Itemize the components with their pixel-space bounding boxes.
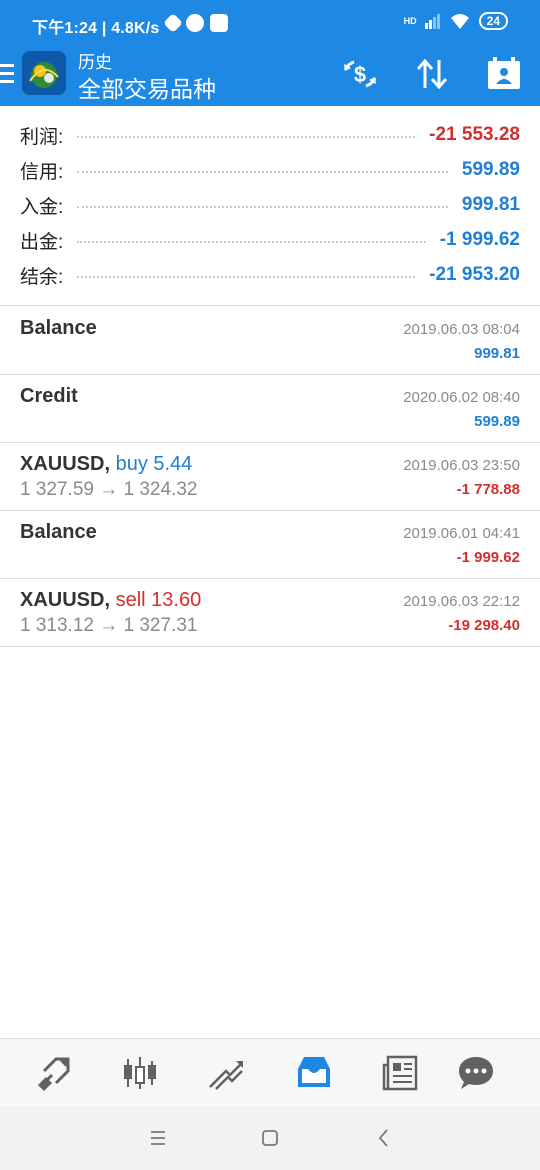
app-logo	[22, 51, 66, 95]
summary-label: 出金:	[20, 231, 64, 253]
dotted-leader	[77, 171, 448, 173]
deal-time: 2019.06.01 04:41	[403, 525, 520, 542]
summary-row-profit: 利润: -21 553.28	[20, 118, 520, 152]
deal-row-trade[interactable]: XAUUSD, sell 13.60 1 313.12 → 1 327.31 2…	[0, 579, 540, 647]
summary-row-deposit: 入金: 999.81	[20, 188, 520, 222]
summary-row-credit: 信用: 599.89	[20, 153, 520, 187]
dotted-leader	[77, 276, 416, 278]
summary-panel: 利润: -21 553.28 信用: 599.89 入金: 999.81 出金:…	[0, 106, 540, 306]
dotted-leader	[77, 136, 416, 138]
deal-operation: sell 13.60	[115, 589, 202, 611]
app-bar: 历史 全部交易品种 $	[0, 48, 540, 106]
deal-title: XAUUSD, buy 5.44	[20, 453, 192, 476]
dotted-leader	[77, 206, 448, 208]
deal-symbol: XAUUSD,	[20, 453, 111, 475]
sort-icon[interactable]	[412, 54, 452, 94]
signal-icon	[424, 14, 440, 29]
summary-value: -21 553.28	[429, 124, 520, 145]
deal-time: 2020.06.02 08:40	[403, 389, 520, 406]
chat-icon[interactable]	[456, 1053, 496, 1093]
quotes-icon[interactable]	[34, 1053, 74, 1093]
deal-symbol: XAUUSD,	[20, 589, 111, 611]
deal-row-credit[interactable]: Credit 2020.06.02 08:40 599.89	[0, 375, 540, 443]
report-icon[interactable]	[484, 54, 524, 94]
summary-value: 999.81	[461, 194, 520, 215]
bottom-nav	[0, 1038, 540, 1106]
deal-title: Balance	[20, 521, 97, 543]
svg-text:$: $	[354, 62, 366, 87]
deal-amount: 999.81	[474, 345, 520, 362]
dotted-leader	[77, 241, 426, 243]
deal-amount: -19 298.40	[448, 617, 520, 634]
summary-value: -21 953.20	[429, 264, 520, 285]
status-bar: 下午1:24 | 4.8K/s HD 24	[0, 0, 540, 48]
chart-icon[interactable]	[120, 1053, 160, 1093]
notification-icon	[163, 13, 183, 33]
summary-label: 利润:	[20, 126, 64, 148]
deal-amount: -1 778.88	[456, 481, 520, 498]
summary-label: 结余:	[20, 266, 64, 288]
deal-time: 2019.06.03 22:12	[403, 593, 520, 610]
back-icon[interactable]	[372, 1126, 396, 1150]
currency-exchange-icon[interactable]: $	[340, 54, 380, 94]
summary-value: -1 999.62	[439, 229, 520, 250]
deal-title: Credit	[20, 385, 78, 407]
trade-icon[interactable]	[206, 1053, 246, 1093]
deal-operation: buy 5.44	[115, 453, 193, 475]
system-nav	[0, 1106, 540, 1170]
deal-row-balance[interactable]: Balance 2019.06.01 04:41 -1 999.62	[0, 511, 540, 579]
home-icon[interactable]	[258, 1126, 282, 1150]
deal-title: Balance	[20, 317, 97, 339]
status-notification-icons	[163, 13, 228, 33]
deal-title: XAUUSD, sell 13.60	[20, 589, 201, 612]
menu-icon[interactable]	[0, 64, 14, 84]
summary-label: 入金:	[20, 196, 64, 218]
notification-icon	[186, 14, 204, 32]
recents-icon[interactable]	[146, 1126, 170, 1150]
deal-row-trade[interactable]: XAUUSD, buy 5.44 1 327.59 → 1 324.32 201…	[0, 443, 540, 511]
deal-amount: 599.89	[474, 413, 520, 430]
notification-icon	[210, 14, 228, 32]
deal-row-balance[interactable]: Balance 2019.06.03 08:04 999.81	[0, 307, 540, 375]
deal-amount: -1 999.62	[456, 549, 520, 566]
battery-indicator: 24	[478, 12, 508, 30]
deal-time: 2019.06.03 08:04	[403, 321, 520, 338]
deal-time: 2019.06.03 23:50	[403, 457, 520, 474]
news-icon[interactable]	[380, 1053, 420, 1093]
status-right: HD 24	[404, 12, 508, 30]
deal-prices: 1 313.12 → 1 327.31	[20, 615, 198, 636]
wifi-icon	[450, 14, 469, 29]
hd-indicator: HD	[403, 15, 417, 26]
deal-prices: 1 327.59 → 1 324.32	[20, 479, 198, 500]
history-icon[interactable]	[294, 1053, 334, 1093]
summary-value: 599.89	[461, 159, 520, 180]
summary-row-balance: 结余: -21 953.20	[20, 258, 520, 292]
summary-label: 信用:	[20, 161, 64, 183]
summary-row-withdrawal: 出金: -1 999.62	[20, 223, 520, 257]
status-time-speed: 下午1:24 | 4.8K/s	[32, 20, 160, 37]
page-title[interactable]: 全部交易品种	[78, 70, 216, 104]
